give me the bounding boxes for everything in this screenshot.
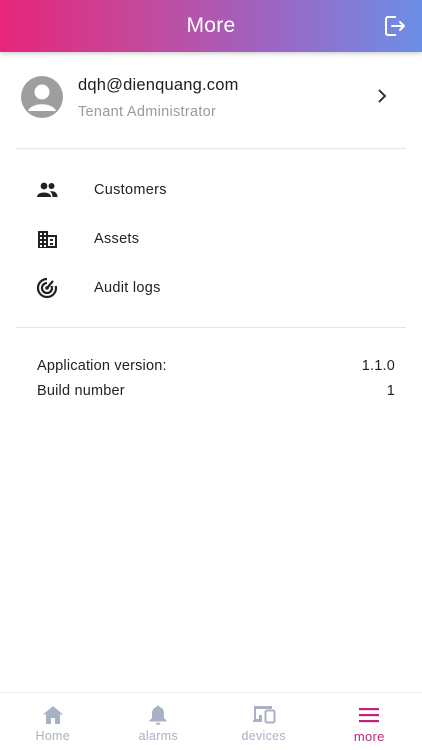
app-version-label: Application version: — [37, 358, 167, 374]
app-version-row: Application version: 1.1.0 — [37, 358, 395, 374]
nav-label: Home — [35, 729, 71, 743]
menu-item-label: Customers — [94, 182, 167, 198]
bottom-nav: Home alarms devices more — [0, 692, 422, 750]
menu-item-label: Audit logs — [94, 280, 161, 296]
profile-row[interactable]: dqh@dienquang.com Tenant Administrator — [0, 52, 422, 148]
bell-icon — [146, 704, 170, 726]
divider — [16, 327, 406, 328]
nav-label: alarms — [138, 729, 178, 743]
menu-icon — [357, 704, 381, 726]
logout-button[interactable] — [382, 13, 408, 39]
menu-item-label: Assets — [94, 231, 140, 247]
build-number-row: Build number 1 — [37, 383, 395, 399]
nav-label: devices — [241, 729, 286, 743]
app-bar: More — [0, 0, 422, 52]
build-number-label: Build number — [37, 383, 125, 399]
home-icon — [41, 704, 65, 726]
nav-item-more[interactable]: more — [317, 693, 422, 750]
app-version-value: 1.1.0 — [361, 358, 395, 374]
divider — [16, 148, 406, 149]
user-icon — [28, 84, 56, 111]
menu-item-audit-logs[interactable]: Audit logs — [0, 265, 422, 311]
menu-item-assets[interactable]: Assets — [0, 216, 422, 262]
nav-item-home[interactable]: Home — [0, 693, 106, 750]
assets-icon — [36, 228, 58, 250]
logout-icon — [385, 16, 405, 36]
menu-item-customers[interactable]: Customers — [0, 167, 422, 213]
customers-icon — [36, 179, 58, 201]
page-title: More — [186, 14, 236, 37]
avatar — [21, 76, 63, 118]
chevron-right-icon — [378, 89, 387, 103]
nav-item-devices[interactable]: devices — [211, 693, 317, 750]
build-number-value: 1 — [386, 383, 395, 399]
devices-icon — [252, 704, 276, 726]
audit-logs-icon — [36, 277, 58, 299]
nav-item-alarms[interactable]: alarms — [106, 693, 212, 750]
nav-label: more — [353, 729, 385, 744]
profile-email: dqh@dienquang.com — [78, 76, 239, 94]
profile-role: Tenant Administrator — [78, 104, 217, 120]
